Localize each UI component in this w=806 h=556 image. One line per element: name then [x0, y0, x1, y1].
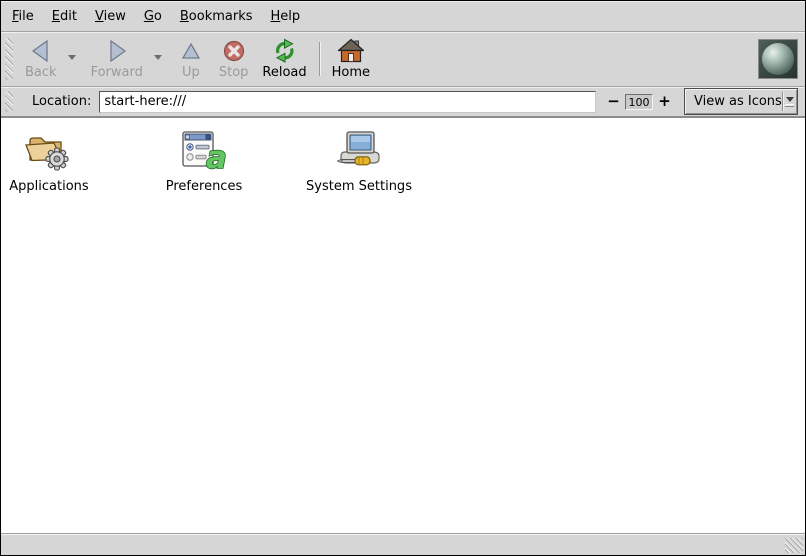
stop-button[interactable]: Stop	[212, 34, 256, 84]
reload-icon	[271, 37, 299, 65]
up-label: Up	[182, 65, 200, 80]
zoom-in-button[interactable]: +	[657, 94, 672, 109]
status-bar	[1, 533, 805, 555]
home-button[interactable]: Home	[325, 34, 377, 84]
item-label: System Settings	[306, 179, 412, 194]
menu-go[interactable]: Go	[135, 3, 171, 30]
location-bar-drag-handle[interactable]	[5, 91, 13, 112]
forward-arrow-icon	[105, 37, 129, 65]
zoom-out-button[interactable]: −	[606, 94, 621, 109]
forward-label: Forward	[91, 65, 143, 80]
icon-view: Applications a Preferences	[1, 117, 805, 533]
toolbar-separator	[319, 42, 320, 76]
item-applications[interactable]: Applications	[1, 126, 97, 194]
throbber-icon	[758, 39, 798, 79]
menu-help[interactable]: Help	[262, 3, 310, 30]
menu-bookmarks[interactable]: Bookmarks	[171, 3, 262, 30]
zoom-controls: − 100 +	[606, 94, 672, 110]
menu-file[interactable]: File	[3, 3, 43, 30]
forward-history-dropdown[interactable]	[150, 50, 166, 64]
toolbar: Back Forward Up Stop	[1, 32, 805, 87]
reload-button[interactable]: Reload	[255, 34, 313, 84]
menu-edit[interactable]: Edit	[43, 3, 86, 30]
zoom-level-indicator[interactable]: 100	[625, 94, 653, 110]
svg-text:a: a	[206, 140, 227, 174]
preferences-capplet-icon: a	[179, 126, 229, 174]
resize-grip[interactable]	[785, 538, 803, 553]
back-arrow-icon	[29, 37, 53, 65]
back-label: Back	[25, 65, 57, 80]
home-icon	[338, 37, 364, 65]
item-system-settings[interactable]: System Settings	[311, 126, 407, 194]
throbber-area	[758, 34, 801, 84]
throbber-sphere	[762, 43, 794, 75]
item-label: Applications	[9, 179, 88, 194]
view-mode-dropdown[interactable]: View as Icons	[684, 88, 798, 115]
stop-label: Stop	[219, 65, 249, 80]
item-label: Preferences	[166, 179, 242, 194]
item-preferences[interactable]: a Preferences	[156, 126, 252, 194]
location-input[interactable]	[99, 91, 596, 113]
location-bar: Location: − 100 + View as Icons	[1, 87, 805, 117]
reload-label: Reload	[262, 65, 306, 80]
system-settings-computer-icon	[334, 126, 384, 174]
view-mode-label: View as Icons	[694, 94, 782, 109]
stop-icon	[222, 37, 246, 65]
forward-button[interactable]: Forward	[84, 34, 150, 84]
up-button[interactable]: Up	[170, 34, 212, 84]
menu-view[interactable]: View	[86, 3, 135, 30]
applications-folder-gear-icon	[24, 126, 74, 174]
home-label: Home	[332, 65, 370, 80]
back-button[interactable]: Back	[18, 34, 64, 84]
toolbar-drag-handle[interactable]	[5, 38, 13, 80]
up-arrow-icon	[181, 37, 201, 65]
back-history-dropdown[interactable]	[64, 50, 80, 64]
menu-bar: File Edit View Go Bookmarks Help	[1, 1, 805, 32]
file-manager-window: File Edit View Go Bookmarks Help Back Fo…	[0, 0, 806, 556]
dropdown-indicator-icon	[783, 97, 797, 107]
location-label: Location:	[32, 94, 91, 109]
